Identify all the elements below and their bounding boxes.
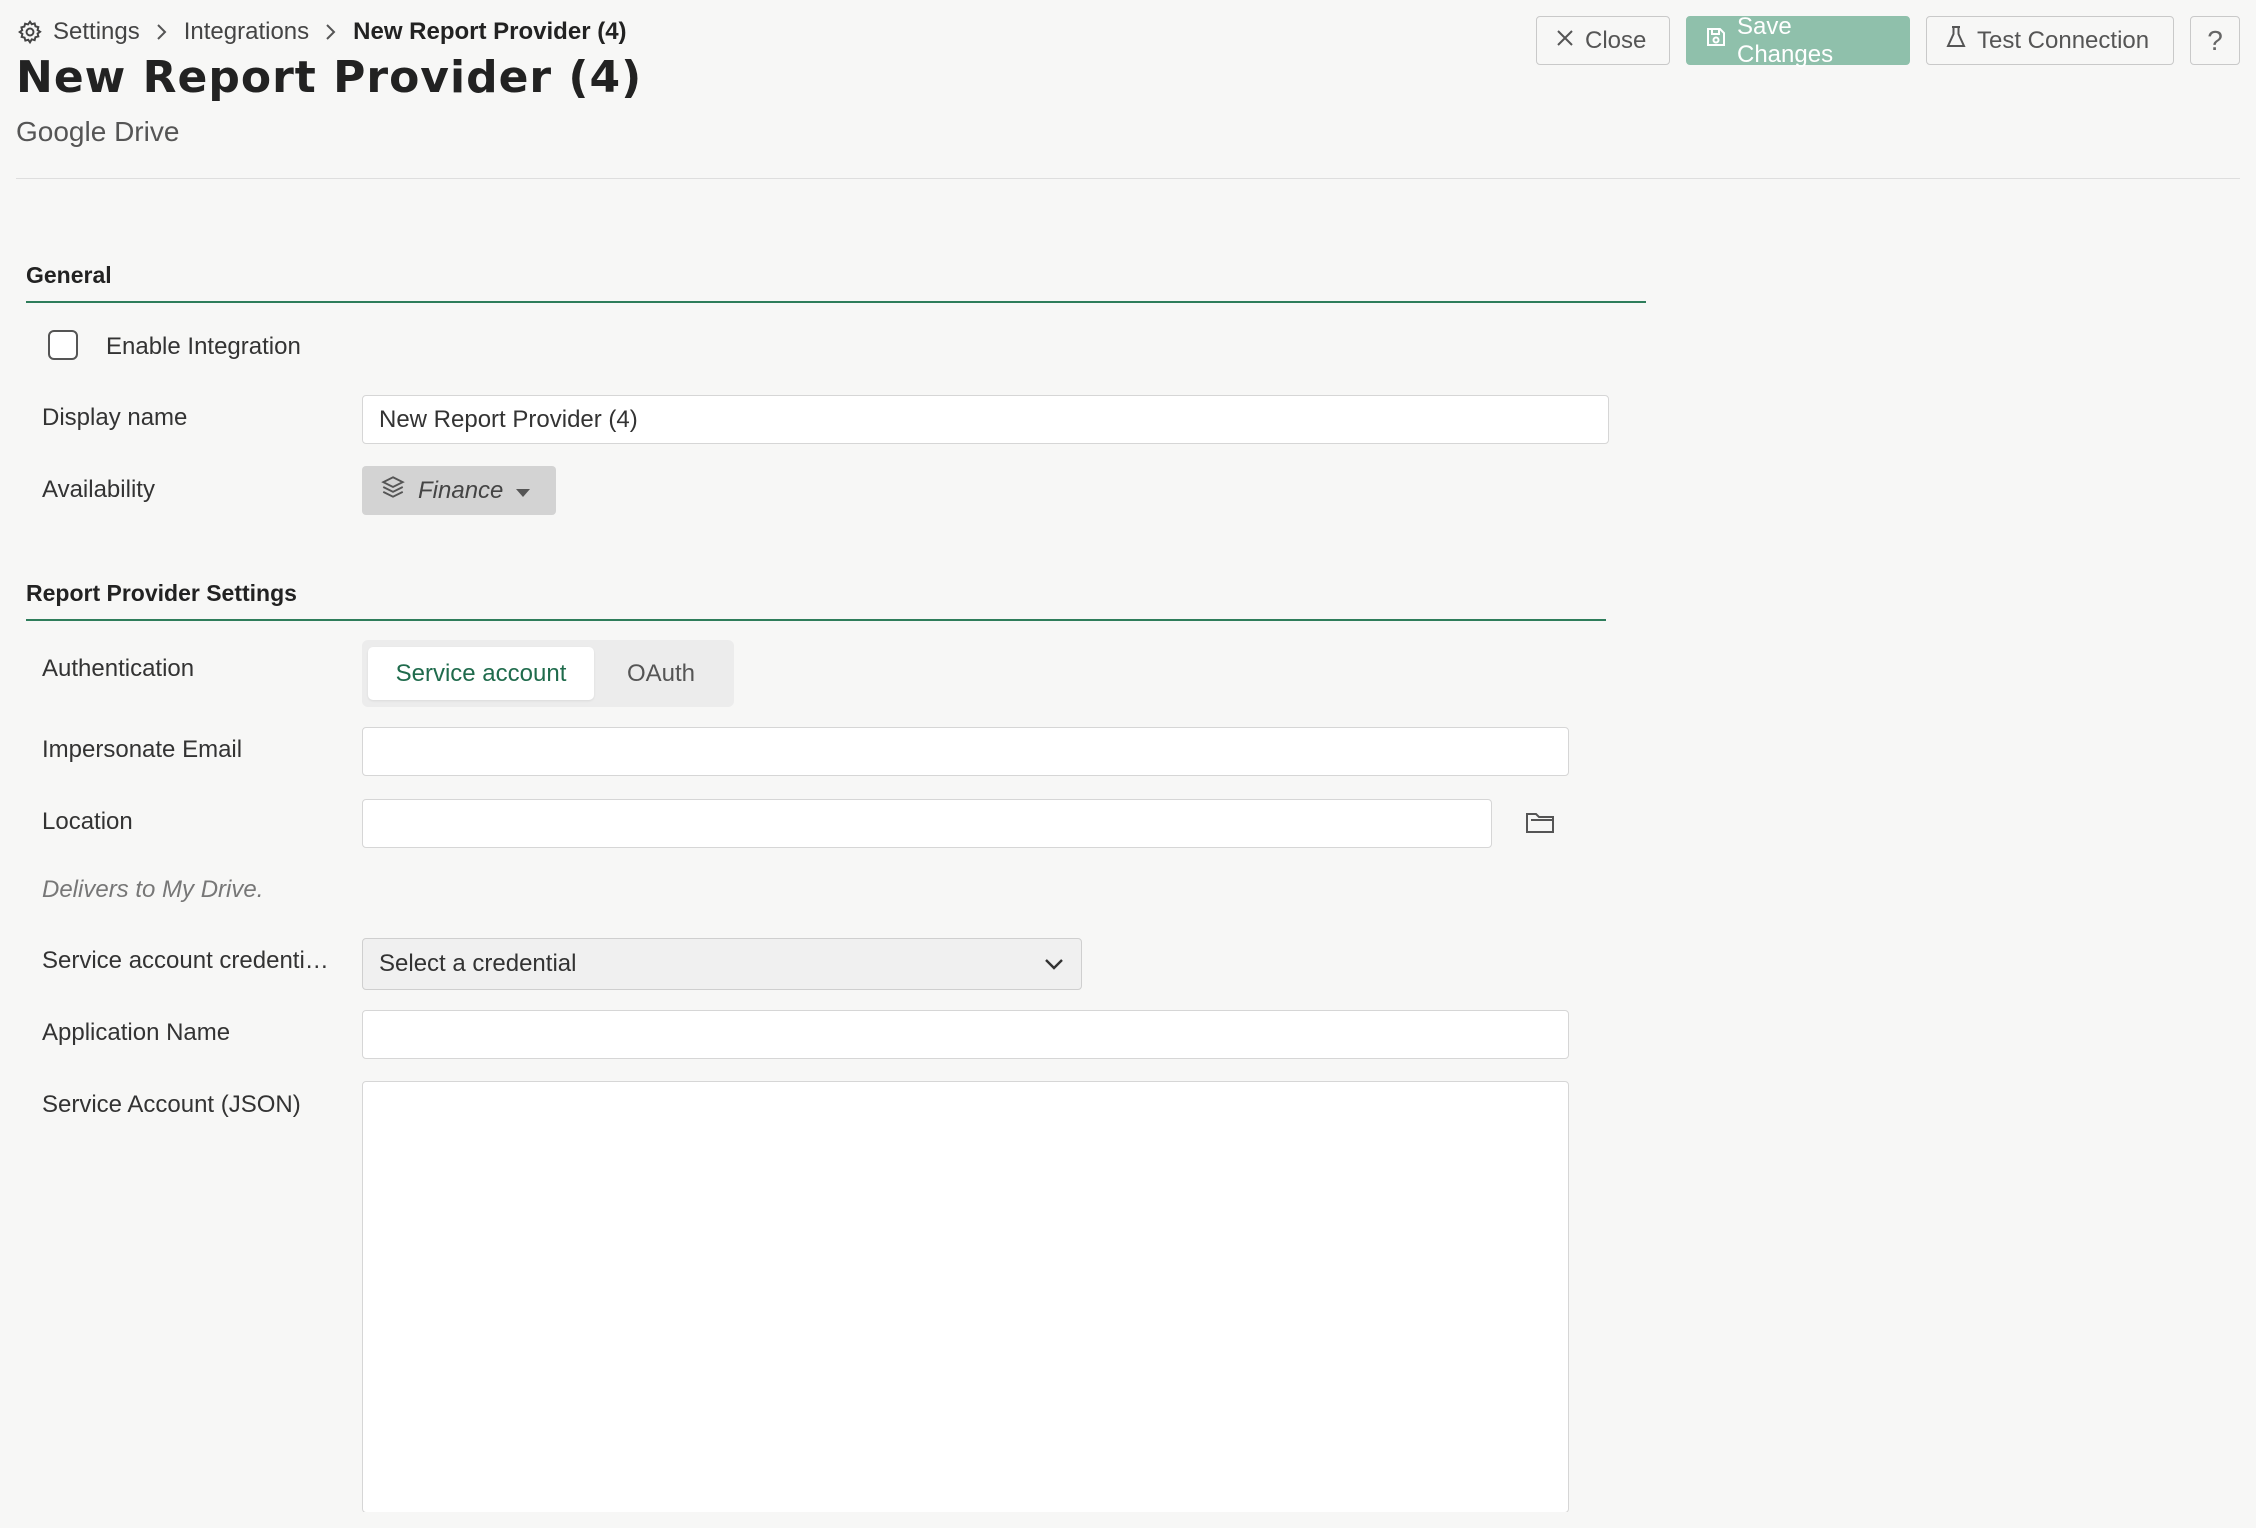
- impersonate-email-input[interactable]: [362, 727, 1569, 776]
- test-connection-label: Test Connection: [1977, 26, 2150, 54]
- caret-down-icon: [515, 477, 531, 505]
- service-account-credential-label: Service account credenti…: [42, 947, 329, 974]
- section-divider-report-provider-settings: [26, 619, 1606, 621]
- auth-option-service-account[interactable]: Service account: [368, 647, 594, 700]
- chevron-right-icon: [324, 22, 338, 42]
- breadcrumb: Settings Integrations New Report Provide…: [17, 14, 627, 50]
- chevron-down-icon: [1043, 950, 1065, 978]
- test-connection-button[interactable]: Test Connection: [1926, 16, 2174, 65]
- section-title-general: General: [26, 262, 112, 288]
- help-button[interactable]: ?: [2190, 16, 2240, 65]
- display-name-label: Display name: [42, 404, 188, 431]
- authentication-toggle: Service account OAuth: [362, 640, 734, 707]
- save-button-label: Save Changes: [1737, 12, 1834, 68]
- flask-icon: [1945, 25, 1967, 56]
- page-title: New Report Provider (4): [16, 52, 643, 103]
- browse-folder-button[interactable]: [1522, 807, 1558, 841]
- authentication-label: Authentication: [42, 655, 195, 682]
- folder-icon: [1525, 809, 1555, 840]
- bottom-strip: [0, 1512, 2256, 1528]
- page-subtitle: Google Drive: [16, 116, 180, 147]
- close-button-label: Close: [1585, 26, 1647, 54]
- credential-select-value: Select a credential: [379, 950, 577, 977]
- enable-integration-label: Enable Integration: [106, 333, 301, 360]
- section-title-report-provider-settings: Report Provider Settings: [26, 580, 297, 606]
- application-name-input[interactable]: [362, 1010, 1569, 1059]
- section-divider-general: [26, 301, 1646, 303]
- enable-integration-checkbox[interactable]: [48, 330, 78, 360]
- close-icon: [1555, 27, 1575, 55]
- location-label: Location: [42, 808, 133, 835]
- service-account-json-label: Service Account (JSON): [42, 1091, 301, 1118]
- availability-dropdown[interactable]: Finance: [362, 466, 556, 515]
- chevron-right-icon: [155, 22, 169, 42]
- gear-icon: [17, 19, 43, 45]
- location-input[interactable]: [362, 799, 1492, 848]
- help-icon: ?: [2207, 24, 2223, 56]
- breadcrumb-current: New Report Provider (4): [353, 18, 627, 45]
- breadcrumb-integrations[interactable]: Integrations: [184, 18, 309, 46]
- location-hint: Delivers to My Drive.: [42, 876, 264, 903]
- service-account-json-textarea[interactable]: [362, 1081, 1569, 1513]
- availability-value: Finance: [418, 476, 504, 504]
- application-name-label: Application Name: [42, 1019, 231, 1046]
- header-divider: [16, 178, 2240, 179]
- layers-icon: [380, 474, 406, 507]
- close-button[interactable]: Close: [1536, 16, 1670, 65]
- save-icon: [1705, 26, 1727, 55]
- save-changes-button[interactable]: Save Changes: [1686, 13, 1910, 68]
- availability-label: Availability: [42, 476, 155, 503]
- breadcrumb-settings[interactable]: Settings: [53, 18, 140, 46]
- auth-option-oauth[interactable]: OAuth: [594, 647, 728, 700]
- service-account-credential-select[interactable]: Select a credential: [362, 938, 1082, 990]
- display-name-input[interactable]: New Report Provider (4): [362, 395, 1609, 444]
- impersonate-email-label: Impersonate Email: [42, 736, 243, 763]
